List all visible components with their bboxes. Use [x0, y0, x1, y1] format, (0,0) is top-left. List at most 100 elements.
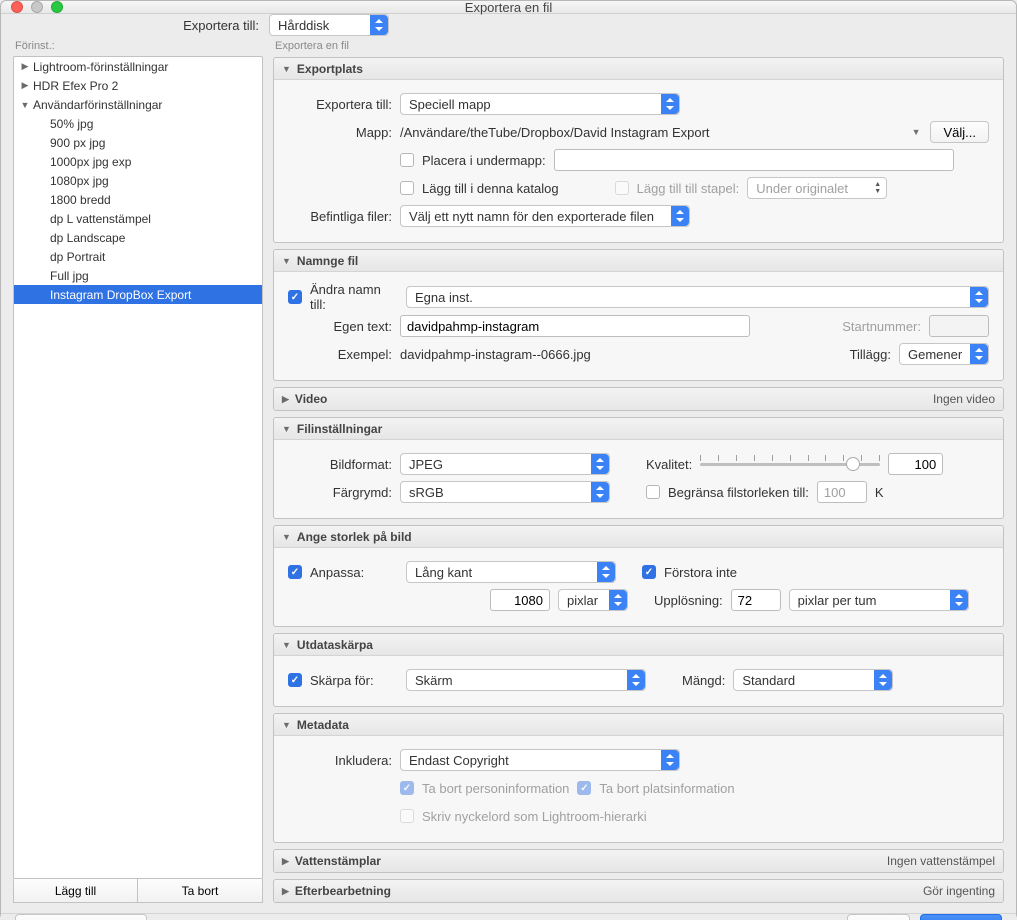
resolution-input[interactable]: [731, 589, 781, 611]
preset-item[interactable]: 1800 bredd: [14, 190, 262, 209]
format-select[interactable]: JPEG: [400, 453, 610, 475]
chevron-updown-icon: [955, 594, 963, 606]
amount-select[interactable]: Standard: [733, 669, 893, 691]
folder-path: /Användare/theTube/Dropbox/David Instagr…: [400, 125, 902, 140]
settings-column: Exportera en fil ▼ Exportplats Exportera…: [273, 36, 1004, 903]
preset-group-hdr[interactable]: ▶ HDR Efex Pro 2: [14, 76, 262, 95]
keywords-label: Skriv nyckelord som Lightroom-hierarki: [422, 809, 647, 824]
subfolder-checkbox[interactable]: [400, 153, 414, 167]
slider-thumb-icon[interactable]: [846, 457, 860, 471]
panel-header-metadata[interactable]: ▼ Metadata: [274, 714, 1003, 736]
preset-actions: Lägg till Ta bort: [13, 879, 263, 903]
preset-list[interactable]: ▶ Lightroom-förinställningar ▶ HDR Efex …: [13, 56, 263, 879]
preset-item[interactable]: 900 px jpg: [14, 133, 262, 152]
dont-enlarge-checkbox[interactable]: [642, 565, 656, 579]
choose-folder-button[interactable]: Välj...: [930, 121, 989, 143]
stack-position-select: Under originalet ▲▼: [747, 177, 887, 199]
sharpen-for-select[interactable]: Skärm: [406, 669, 646, 691]
panel-sizing: ▼ Ange storlek på bild Anpassa: Lång kan…: [273, 525, 1004, 627]
export-to-label: Exportera till:: [288, 97, 392, 112]
quality-slider[interactable]: [700, 455, 880, 473]
resolution-unit-select[interactable]: pixlar per tum: [789, 589, 969, 611]
triangle-down-icon: ▼: [282, 720, 291, 730]
resolution-label: Upplösning:: [654, 593, 723, 608]
chevron-updown-icon: [596, 486, 604, 498]
custom-text-input[interactable]: [400, 315, 750, 337]
preset-group-user[interactable]: ▼ Användarförinställningar: [14, 95, 262, 114]
triangle-down-icon: ▼: [282, 64, 291, 74]
resize-label: Anpassa:: [310, 565, 398, 580]
triangle-right-icon: ▶: [282, 394, 289, 405]
include-select[interactable]: Endast Copyright: [400, 749, 680, 771]
panel-post-processing: ▶ Efterbearbetning Gör ingenting: [273, 879, 1004, 903]
resize-mode-select[interactable]: Lång kant: [406, 561, 616, 583]
resize-checkbox[interactable]: [288, 565, 302, 579]
panel-header-post[interactable]: ▶ Efterbearbetning Gör ingenting: [274, 880, 1003, 902]
preset-item[interactable]: 50% jpg: [14, 114, 262, 133]
dimension-input[interactable]: [490, 589, 550, 611]
subfolder-input[interactable]: [554, 149, 954, 171]
add-preset-button[interactable]: Lägg till: [14, 879, 138, 902]
limit-size-checkbox[interactable]: [646, 485, 660, 499]
triangle-right-icon: ▶: [282, 886, 289, 897]
panel-header-video[interactable]: ▶ Video Ingen video: [274, 388, 1003, 410]
remove-preset-button[interactable]: Ta bort: [138, 879, 262, 902]
plugin-manager-button[interactable]: Plugin-hantering...: [15, 914, 147, 920]
dimension-unit-select[interactable]: pixlar: [558, 589, 628, 611]
sharpen-checkbox[interactable]: [288, 673, 302, 687]
chevron-updown-icon: [632, 674, 640, 686]
panel-header-watermark[interactable]: ▶ Vattenstämplar Ingen vattenstämpel: [274, 850, 1003, 872]
quality-input[interactable]: [888, 453, 943, 475]
ext-case-select[interactable]: Gemener: [899, 343, 989, 365]
keywords-checkbox: [400, 809, 414, 823]
triangle-down-icon: ▼: [20, 100, 30, 110]
panel-video: ▶ Video Ingen video: [273, 387, 1004, 411]
colorspace-select[interactable]: sRGB: [400, 481, 610, 503]
panel-header-sizing[interactable]: ▼ Ange storlek på bild: [274, 526, 1003, 548]
preset-item[interactable]: 1000px jpg exp: [14, 152, 262, 171]
triangle-down-icon[interactable]: ▼: [910, 127, 923, 137]
window-title: Exportera en fil: [1, 0, 1016, 15]
preset-column: Förinst.: ▶ Lightroom-förinställningar ▶…: [13, 36, 263, 903]
startnum-label: Startnummer:: [842, 319, 921, 334]
example-label: Exempel:: [288, 347, 392, 362]
chevron-updown-icon: [602, 566, 610, 578]
preset-heading: Förinst.:: [13, 36, 263, 56]
export-to-select[interactable]: Speciell mapp: [400, 93, 680, 115]
panel-header-sharpening[interactable]: ▼ Utdataskärpa: [274, 634, 1003, 656]
existing-files-select[interactable]: Välj ett nytt namn för den exporterade f…: [400, 205, 690, 227]
export-target-select[interactable]: Hårddisk: [269, 14, 389, 36]
chevron-updown-icon: [676, 210, 684, 222]
titlebar: Exportera en fil: [1, 1, 1016, 14]
preset-item[interactable]: 1080px jpg: [14, 171, 262, 190]
existing-files-label: Befintliga filer:: [288, 209, 392, 224]
export-target-label: Exportera till:: [1, 18, 259, 33]
rename-checkbox[interactable]: [288, 290, 302, 304]
post-status: Gör ingenting: [923, 884, 995, 898]
preset-item[interactable]: dp L vattenstämpel: [14, 209, 262, 228]
preset-item[interactable]: dp Portrait: [14, 247, 262, 266]
cancel-button[interactable]: Avbryt: [847, 914, 910, 920]
preset-item[interactable]: dp Landscape: [14, 228, 262, 247]
filename-template-select[interactable]: Egna inst.: [406, 286, 989, 308]
panel-header-export-location[interactable]: ▼ Exportplats: [274, 58, 1003, 80]
limit-size-input: [817, 481, 867, 503]
colorspace-label: Färgrymd:: [288, 485, 392, 500]
video-status: Ingen video: [933, 392, 995, 406]
export-button[interactable]: Exportera: [920, 914, 1002, 920]
include-label: Inkludera:: [288, 753, 392, 768]
chevron-updown-icon: [666, 98, 674, 110]
panel-metadata: ▼ Metadata Inkludera: Endast Copyright: [273, 713, 1004, 843]
add-stack-label: Lägg till till stapel:: [637, 181, 740, 196]
panel-header-naming[interactable]: ▼ Namnge fil: [274, 250, 1003, 272]
preset-item[interactable]: Full jpg: [14, 266, 262, 285]
dont-enlarge-label: Förstora inte: [664, 565, 737, 580]
triangle-down-icon: ▼: [282, 256, 291, 266]
chevron-updown-icon: [375, 19, 383, 31]
preset-group-lightroom[interactable]: ▶ Lightroom-förinställningar: [14, 57, 262, 76]
chevron-updown-icon: [975, 291, 983, 303]
settings-panels: ▼ Exportplats Exportera till: Speciell m…: [273, 56, 1004, 903]
preset-item-selected[interactable]: Instagram DropBox Export: [14, 285, 262, 304]
panel-header-file-settings[interactable]: ▼ Filinställningar: [274, 418, 1003, 440]
add-catalog-checkbox[interactable]: [400, 181, 414, 195]
